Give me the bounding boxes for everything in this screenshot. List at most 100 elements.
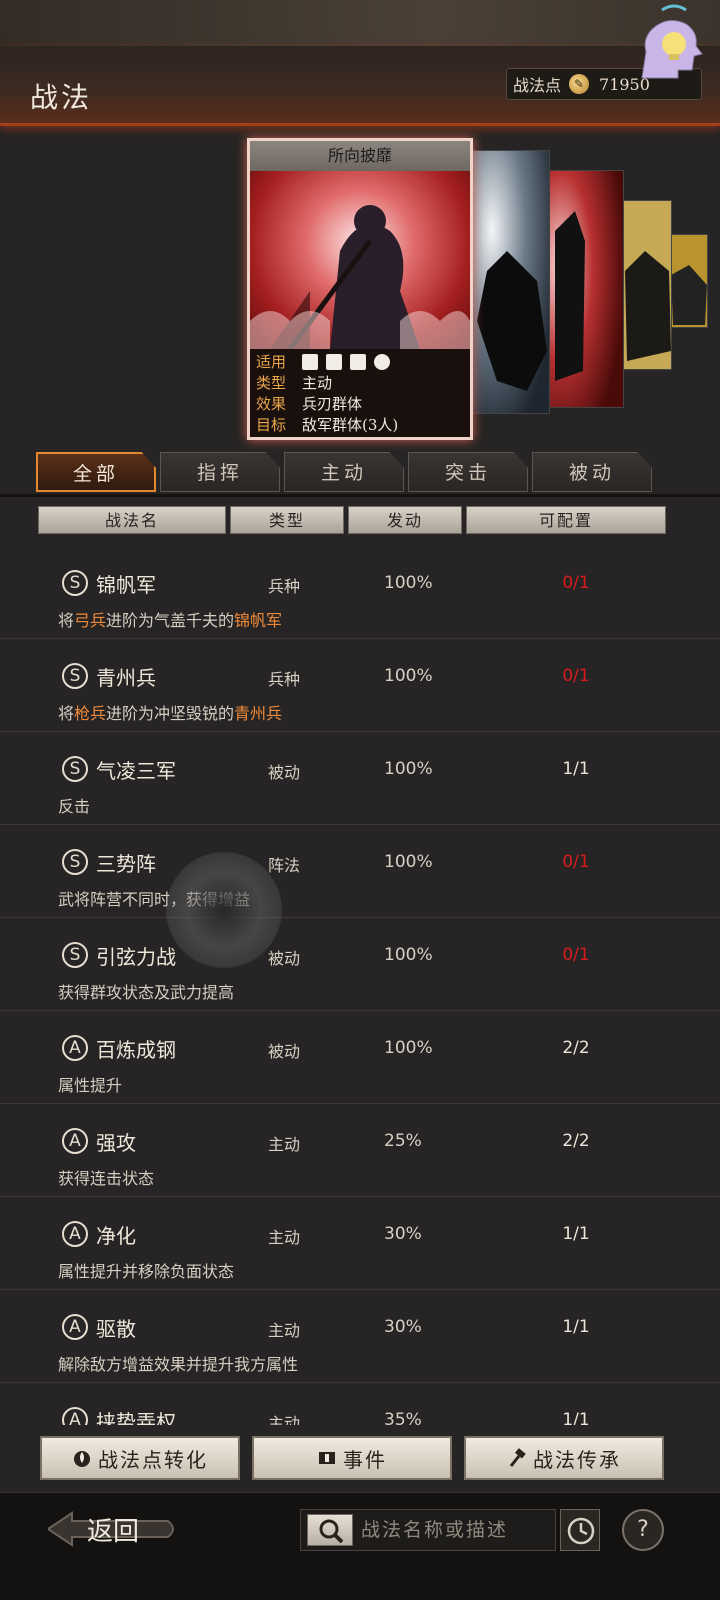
tab-passive[interactable]: 被动 bbox=[532, 452, 652, 492]
col-header-rate[interactable]: 发动 bbox=[348, 506, 462, 534]
skill-row[interactable]: A 驱散 主动 30% 1/1 解除敌方增益效果并提升我方属性 bbox=[0, 1289, 720, 1383]
skill-type: 被动 bbox=[268, 763, 301, 782]
skill-config-count: 2/2 bbox=[562, 1038, 590, 1058]
hammer-icon bbox=[509, 1448, 526, 1467]
inherit-skill-button[interactable]: 战法传承 bbox=[464, 1436, 664, 1480]
skill-row[interactable]: S 引弦力战 被动 100% 0/1 获得群攻状态及武力提高 bbox=[0, 917, 720, 1011]
hint-lightbulb-icon[interactable] bbox=[632, 0, 710, 84]
desc-fragment: 将 bbox=[58, 611, 75, 630]
search-box bbox=[300, 1509, 556, 1551]
skill-rate: 30% bbox=[384, 1224, 422, 1244]
skill-row[interactable]: S 锦帆军 兵种 100% 0/1 将弓兵进阶为气盖千夫的锦帆军 bbox=[0, 545, 720, 639]
skill-type: 阵法 bbox=[268, 856, 301, 875]
card-back-1[interactable] bbox=[466, 150, 550, 414]
skill-name: 三势阵 bbox=[96, 852, 156, 876]
desc-fragment: 属性提升并移除负面状态 bbox=[58, 1262, 235, 1281]
skill-type: 兵种 bbox=[268, 577, 301, 596]
top-decor-strip bbox=[0, 0, 720, 46]
col-header-type[interactable]: 类型 bbox=[230, 506, 344, 534]
page-title: 战法 bbox=[30, 81, 93, 114]
skill-row[interactable]: S 气凌三军 被动 100% 1/1 反击 bbox=[0, 731, 720, 825]
grade-badge: S bbox=[62, 942, 88, 968]
tab-active[interactable]: 主动 bbox=[284, 452, 404, 492]
skill-description: 反击 bbox=[58, 793, 90, 817]
skill-description: 获得群攻状态及武力提高 bbox=[58, 979, 234, 1003]
skill-config-count: 1/1 bbox=[562, 1410, 590, 1425]
search-icon[interactable] bbox=[307, 1514, 353, 1546]
card-back-4[interactable] bbox=[668, 234, 708, 328]
desc-fragment: 弓兵 bbox=[74, 611, 107, 630]
grade-badge: A bbox=[62, 1221, 88, 1247]
scroll-icon bbox=[319, 1452, 335, 1464]
skill-type: 被动 bbox=[268, 1042, 301, 1061]
grade-badge: S bbox=[62, 570, 88, 596]
events-button[interactable]: 事件 bbox=[252, 1436, 452, 1480]
desc-fragment: 解除敌方增益效果并提升我方属性 bbox=[58, 1355, 299, 1374]
skill-row[interactable]: S 三势阵 阵法 100% 0/1 武将阵营不同时，获得增益 bbox=[0, 824, 720, 918]
grade-badge: A bbox=[62, 1407, 88, 1425]
desc-fragment: 进阶为冲坚毁锐的 bbox=[106, 704, 235, 723]
col-header-config[interactable]: 可配置 bbox=[466, 506, 666, 534]
skill-name: 百炼成钢 bbox=[96, 1038, 176, 1062]
card-row-suit: 适用 bbox=[256, 351, 464, 372]
tab-divider bbox=[0, 494, 720, 497]
category-tabs: 全部 指挥 主动 突击 被动 bbox=[36, 452, 656, 494]
col-header-name[interactable]: 战法名 bbox=[38, 506, 226, 534]
skill-name: 驱散 bbox=[96, 1317, 136, 1341]
grade-badge: A bbox=[62, 1128, 88, 1154]
skill-config-count: 2/2 bbox=[562, 1131, 590, 1151]
header-bar: 战法 战法点 ✎ 71950 bbox=[0, 46, 720, 126]
history-clock-button[interactable] bbox=[560, 1509, 600, 1551]
skill-config-count: 0/1 bbox=[562, 852, 590, 872]
card-back-3[interactable] bbox=[620, 200, 672, 370]
skill-name: 净化 bbox=[96, 1224, 136, 1248]
skill-row[interactable]: S 青州兵 兵种 100% 0/1 将枪兵进阶为冲坚毁锐的青州兵 bbox=[0, 638, 720, 732]
grade-badge: S bbox=[62, 849, 88, 875]
skill-rate: 100% bbox=[384, 1038, 433, 1058]
skill-type: 主动 bbox=[268, 1321, 301, 1340]
spear-wheel-icon bbox=[374, 353, 390, 370]
card-row-target: 目标 敌军群体(3人) bbox=[256, 416, 399, 434]
skill-config-count: 1/1 bbox=[562, 1317, 590, 1337]
flame-icon bbox=[74, 1451, 90, 1467]
skill-name: 青州兵 bbox=[96, 666, 156, 690]
skill-description: 将枪兵进阶为冲坚毁锐的青州兵 bbox=[58, 700, 282, 724]
skill-description: 属性提升 bbox=[58, 1072, 122, 1096]
skill-rate: 100% bbox=[384, 852, 433, 872]
tab-assault[interactable]: 突击 bbox=[408, 452, 528, 492]
featured-card-art bbox=[250, 171, 470, 351]
search-input[interactable] bbox=[361, 1515, 549, 1545]
skill-row[interactable]: A 净化 主动 30% 1/1 属性提升并移除负面状态 bbox=[0, 1196, 720, 1290]
skill-type: 主动 bbox=[268, 1228, 301, 1247]
skill-rate: 100% bbox=[384, 666, 433, 686]
featured-card-title: 所向披靡 bbox=[250, 141, 470, 171]
skill-config-count: 1/1 bbox=[562, 759, 590, 779]
skill-row[interactable]: A 百炼成钢 被动 100% 2/2 属性提升 bbox=[0, 1010, 720, 1104]
card-back-2[interactable] bbox=[544, 170, 624, 408]
grade-badge: A bbox=[62, 1035, 88, 1061]
convert-points-button[interactable]: 战法点转化 bbox=[40, 1436, 240, 1480]
skill-row[interactable]: A 强攻 主动 25% 2/2 获得连击状态 bbox=[0, 1103, 720, 1197]
help-button[interactable]: ? bbox=[622, 1509, 664, 1551]
skill-config-count: 0/1 bbox=[562, 666, 590, 686]
skill-rate: 30% bbox=[384, 1317, 422, 1337]
column-headers: 战法名 类型 发动 可配置 bbox=[38, 506, 670, 534]
back-button[interactable]: 返回 bbox=[48, 1507, 178, 1551]
desc-fragment: 青州兵 bbox=[234, 704, 283, 723]
skill-config-count: 1/1 bbox=[562, 1224, 590, 1244]
skill-row[interactable]: A 挟势弄权 主动 35% 1/1 bbox=[0, 1382, 720, 1425]
tab-command[interactable]: 指挥 bbox=[160, 452, 280, 492]
tab-all[interactable]: 全部 bbox=[36, 452, 156, 492]
desc-fragment: 反击 bbox=[58, 797, 91, 816]
skill-list[interactable]: S 锦帆军 兵种 100% 0/1 将弓兵进阶为气盖千夫的锦帆军 S 青州兵 兵种 100% 0/1… bbox=[0, 545, 720, 1425]
featured-skill-card[interactable]: 所向披靡 适用 类型 主动 效果 兵刃群体 目标 敌军群体(3人) bbox=[247, 138, 473, 440]
footer-bar: 返回 ? bbox=[0, 1492, 720, 1600]
skill-card-carousel[interactable]: 所向披靡 适用 类型 主动 效果 兵刃群体 目标 敌军群体(3人) bbox=[0, 130, 720, 440]
cavalry-icon bbox=[302, 353, 318, 370]
archer-icon bbox=[350, 353, 366, 370]
grade-badge: S bbox=[62, 756, 88, 782]
skill-name: 强攻 bbox=[96, 1131, 136, 1155]
skill-rate: 100% bbox=[384, 945, 433, 965]
grade-badge: A bbox=[62, 1314, 88, 1340]
skill-type: 被动 bbox=[268, 949, 301, 968]
